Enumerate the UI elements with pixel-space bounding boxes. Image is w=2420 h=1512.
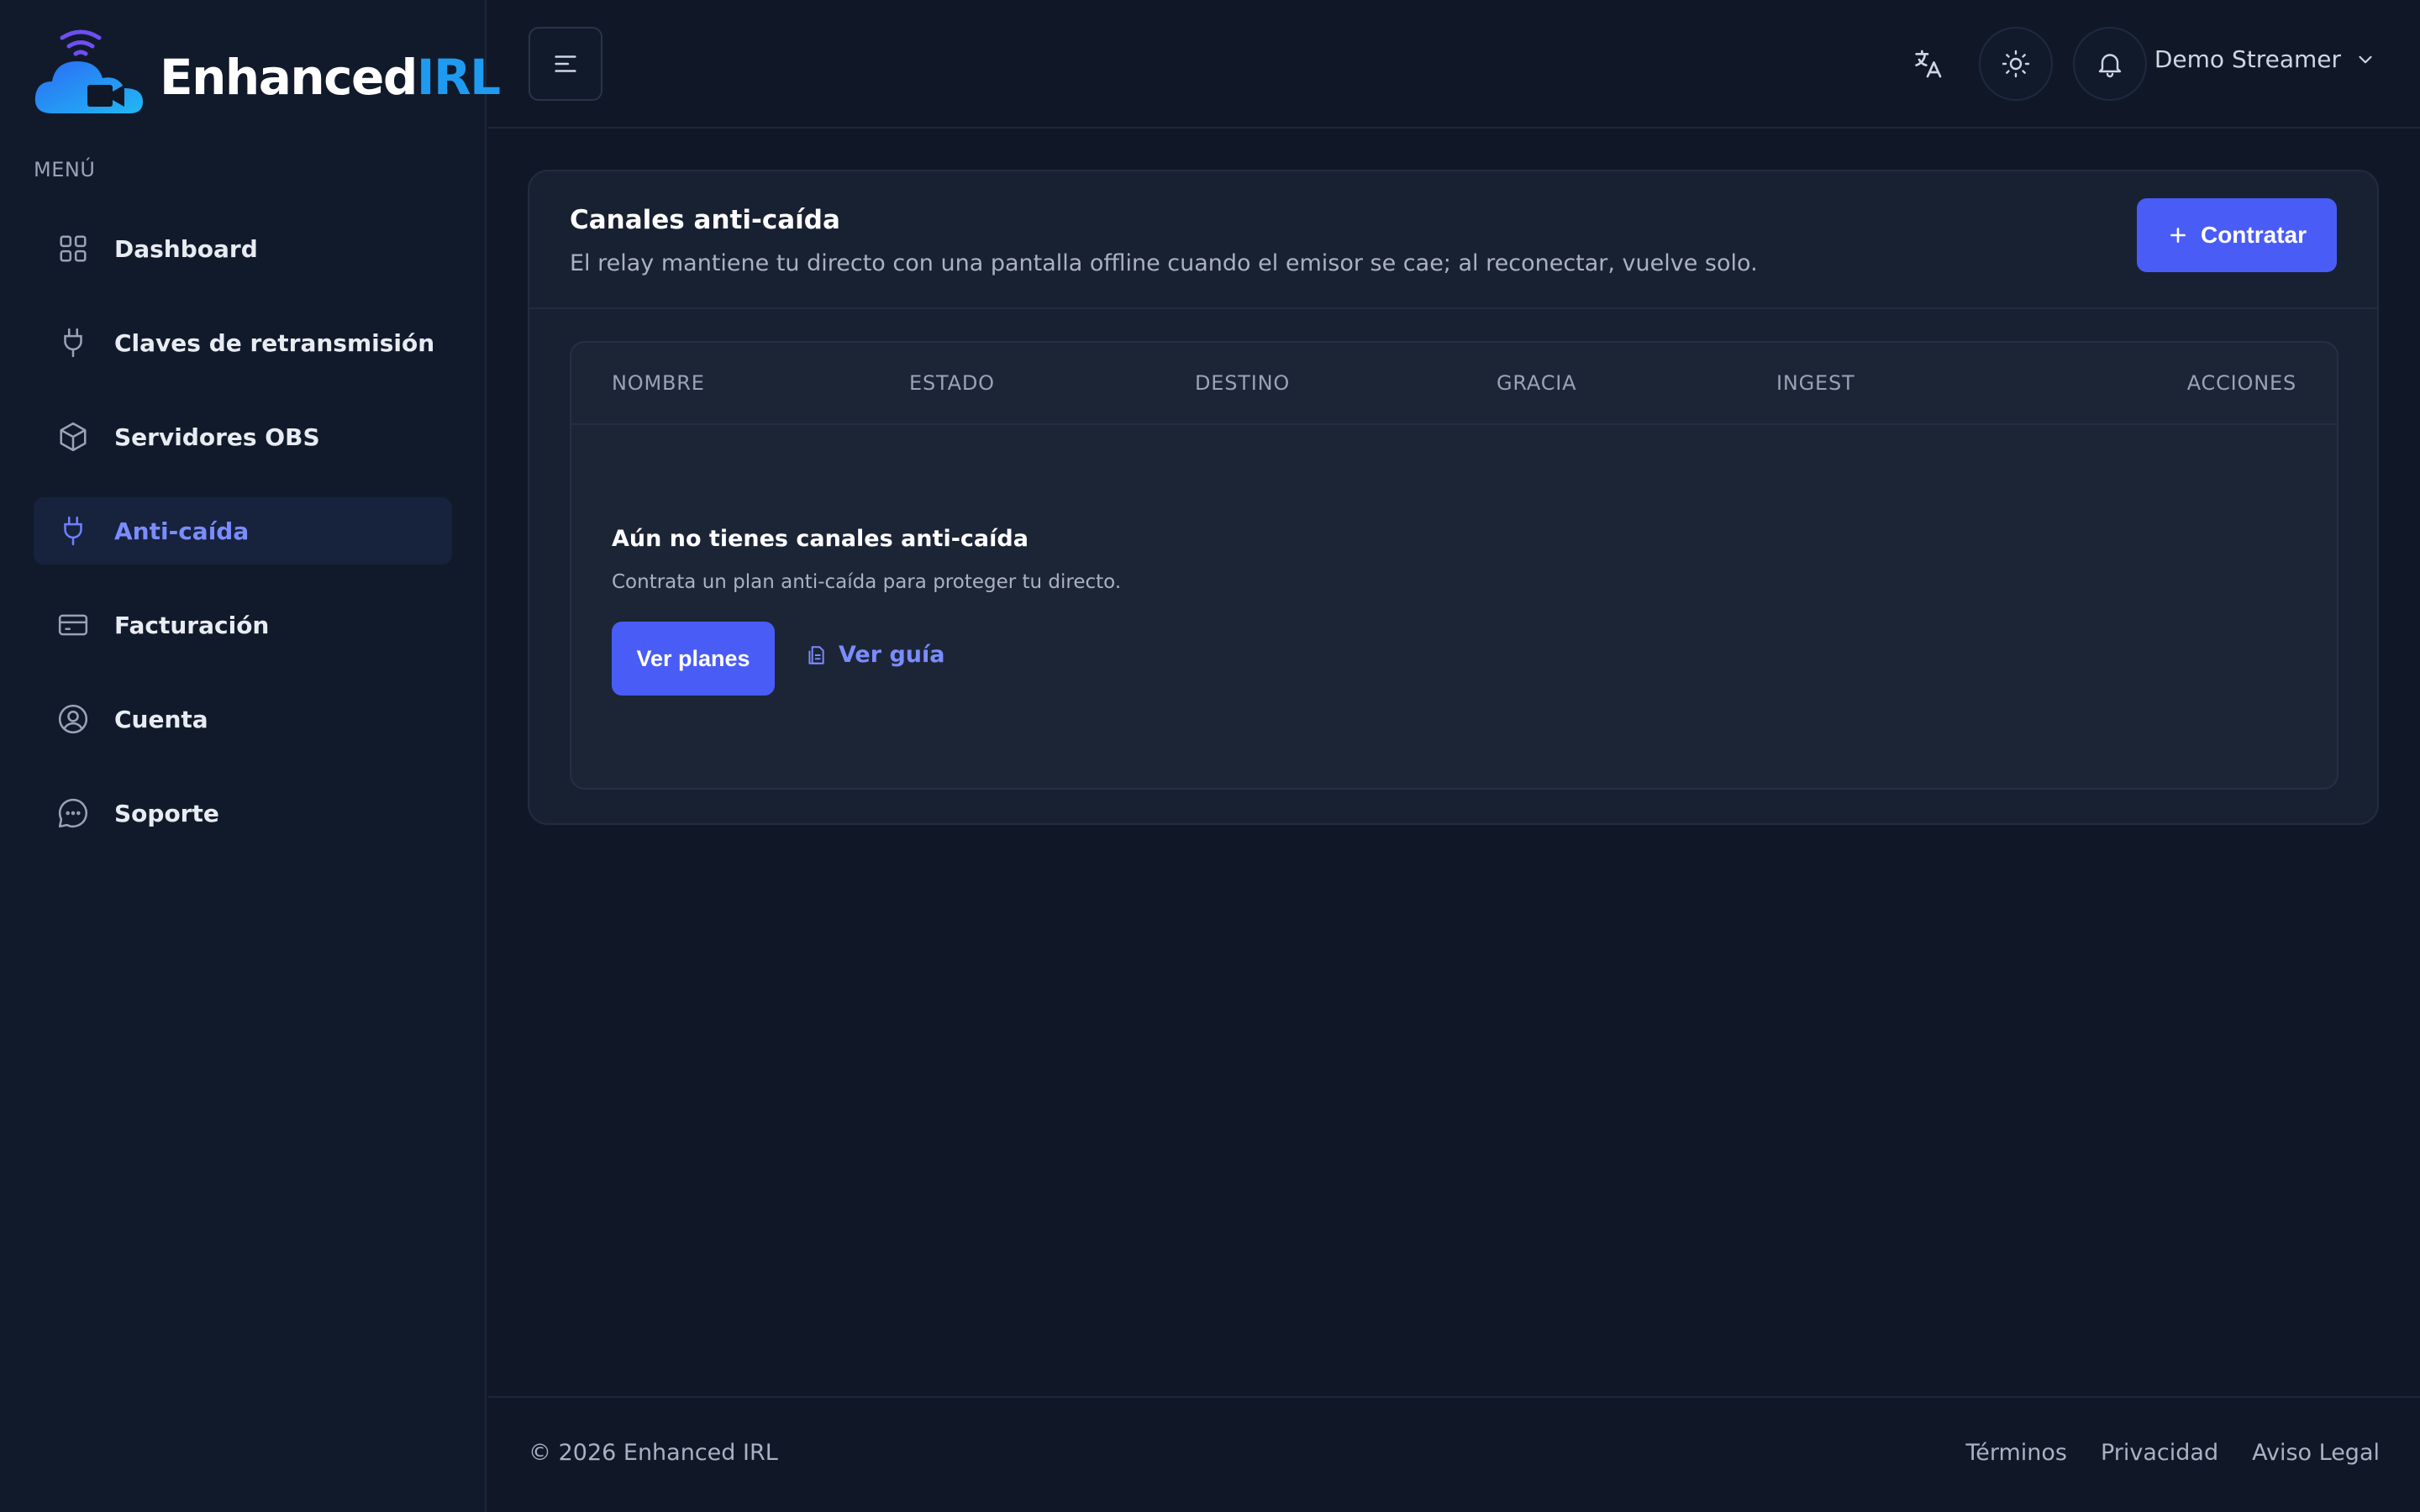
ver-planes-button[interactable]: Ver planes — [612, 622, 775, 696]
aviso-legal-link[interactable]: Aviso Legal — [2252, 1440, 2380, 1466]
empty-state-title: Aún no tienes canales anti-caída — [612, 526, 1028, 552]
user-circle-icon — [55, 701, 91, 737]
cube-icon — [55, 419, 91, 454]
anti-caida-card: Canales anti-caída El relay mantiene tu … — [528, 170, 2379, 825]
theme-toggle-button[interactable] — [1979, 27, 2053, 101]
brand-name-part1: Enhanced — [160, 49, 418, 106]
column-header-gracia: GRACIA — [1497, 371, 1577, 395]
page-title: Canales anti-caída — [570, 205, 840, 235]
top-header: Demo Streamer — [488, 0, 2420, 129]
column-header-destino: DESTINO — [1195, 371, 1291, 395]
sidebar-item-claves[interactable]: Claves de retransmisión — [34, 309, 452, 376]
cloud-camera-icon — [34, 29, 144, 113]
channels-table: NOMBRE ESTADO DESTINO GRACIA INGEST ACCI… — [570, 341, 2338, 790]
column-header-ingest: INGEST — [1776, 371, 1855, 395]
ver-guia-label: Ver guía — [839, 642, 945, 668]
brand-name-part2: IRL — [416, 49, 501, 106]
menu-label: MENÚ — [34, 158, 96, 181]
column-header-estado: ESTADO — [909, 371, 995, 395]
contratar-label: Contratar — [2200, 222, 2307, 248]
language-button[interactable] — [1891, 27, 1965, 101]
empty-state-subtitle: Contrata un plan anti-caída para protege… — [612, 571, 1122, 593]
sidebar-item-soporte[interactable]: Soporte — [34, 780, 452, 847]
sidebar-nav: Dashboard Claves de retransmisión Servid… — [34, 215, 452, 874]
footer-links: Términos Privacidad Aviso Legal — [1965, 1440, 2380, 1466]
chevron-down-icon — [2359, 55, 2372, 63]
sidebar-item-dashboard[interactable]: Dashboard — [34, 215, 452, 282]
sun-icon — [2002, 50, 2030, 78]
grid-icon — [55, 231, 91, 266]
column-header-acciones: ACCIONES — [2186, 371, 2296, 395]
translate-icon — [1915, 50, 1942, 78]
sidebar-item-label: Claves de retransmisión — [114, 328, 435, 357]
contratar-button[interactable]: Contratar — [2137, 198, 2337, 272]
logo[interactable]: EnhancedIRL — [34, 25, 501, 118]
sidebar-item-label: Soporte — [114, 799, 219, 827]
sidebar-item-label: Servidores OBS — [114, 423, 320, 451]
credit-card-icon — [55, 607, 91, 643]
sidebar-item-label: Anti-caída — [114, 517, 250, 545]
terminos-link[interactable]: Términos — [1965, 1440, 2067, 1466]
card-header: Canales anti-caída El relay mantiene tu … — [529, 171, 2377, 309]
footer: © 2026 Enhanced IRL Términos Privacidad … — [488, 1396, 2420, 1512]
sidebar-item-servidores-obs[interactable]: Servidores OBS — [34, 403, 452, 470]
sidebar-item-cuenta[interactable]: Cuenta — [34, 685, 452, 753]
user-menu[interactable]: Demo Streamer — [2154, 45, 2376, 73]
plus-icon — [2170, 228, 2186, 243]
bell-icon — [2098, 54, 2122, 78]
sidebar-item-label: Cuenta — [114, 705, 208, 733]
copyright: © 2026 Enhanced IRL — [529, 1440, 778, 1466]
user-name: Demo Streamer — [2154, 45, 2341, 73]
page-subtitle: El relay mantiene tu directo con una pan… — [570, 250, 1758, 276]
table-header: NOMBRE ESTADO DESTINO GRACIA INGEST ACCI… — [571, 343, 2337, 425]
sidebar: EnhancedIRL MENÚ Dashboard Claves de ret… — [0, 0, 501, 1512]
sidebar-item-label: Facturación — [114, 611, 270, 639]
column-header-nombre: NOMBRE — [612, 371, 705, 395]
plug-icon — [55, 513, 91, 549]
ver-guia-link[interactable]: Ver guía — [805, 642, 944, 668]
privacidad-link[interactable]: Privacidad — [2101, 1440, 2218, 1466]
sidebar-toggle-button[interactable] — [529, 27, 602, 101]
document-icon — [808, 645, 824, 664]
sidebar-item-anti-caida[interactable]: Anti-caída — [34, 497, 452, 564]
plug-icon — [55, 325, 91, 360]
menu-icon — [555, 55, 576, 72]
sidebar-item-label: Dashboard — [114, 234, 258, 263]
notifications-button[interactable] — [2073, 27, 2147, 101]
chat-icon — [55, 795, 91, 831]
sidebar-item-facturacion[interactable]: Facturación — [34, 591, 452, 659]
